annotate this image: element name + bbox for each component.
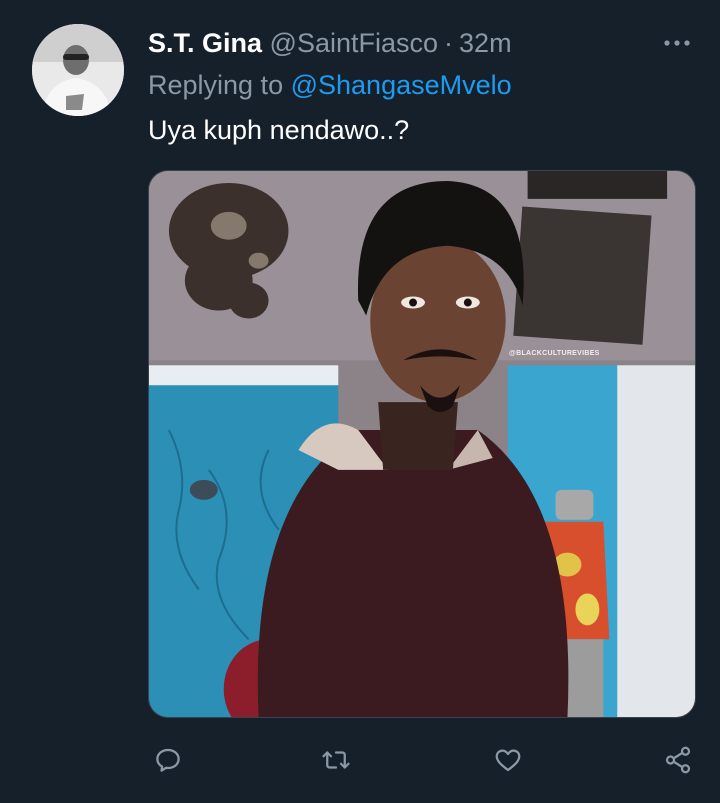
media-illustration	[149, 171, 695, 717]
more-horizontal-icon	[664, 40, 690, 46]
timestamp[interactable]: 32m	[459, 28, 512, 58]
retweet-button[interactable]	[316, 740, 356, 780]
user-handle[interactable]: @SaintFiasco	[270, 28, 438, 58]
retweet-icon	[322, 751, 350, 769]
avatar[interactable]	[32, 24, 124, 116]
share-icon	[665, 746, 691, 774]
separator-dot: ·	[444, 28, 454, 58]
replying-to-label: Replying to	[148, 70, 284, 100]
share-button[interactable]	[658, 740, 698, 780]
tweet-text: Uya kuph nendawo..?	[148, 115, 410, 145]
avatar-image	[32, 24, 124, 116]
reply-button[interactable]	[148, 740, 188, 780]
replying-to-line: Replying to @ShangaseMvelo	[148, 68, 512, 102]
tweet-header: S.T. Gina @SaintFiasco · 32m	[148, 26, 512, 60]
more-options-button[interactable]	[662, 28, 692, 58]
tweet-media-image[interactable]: @BLACKCULTUREVIBES	[148, 170, 696, 718]
reply-icon	[156, 748, 180, 772]
replying-to-link[interactable]: @ShangaseMvelo	[291, 70, 512, 100]
heart-icon	[495, 749, 521, 772]
tweet-actions	[148, 740, 696, 784]
media-watermark: @BLACKCULTUREVIBES	[509, 350, 600, 357]
display-name[interactable]: S.T. Gina	[148, 28, 262, 58]
like-button[interactable]	[488, 740, 528, 780]
tweet: S.T. Gina @SaintFiasco · 32m Replying to @…	[0, 0, 720, 803]
